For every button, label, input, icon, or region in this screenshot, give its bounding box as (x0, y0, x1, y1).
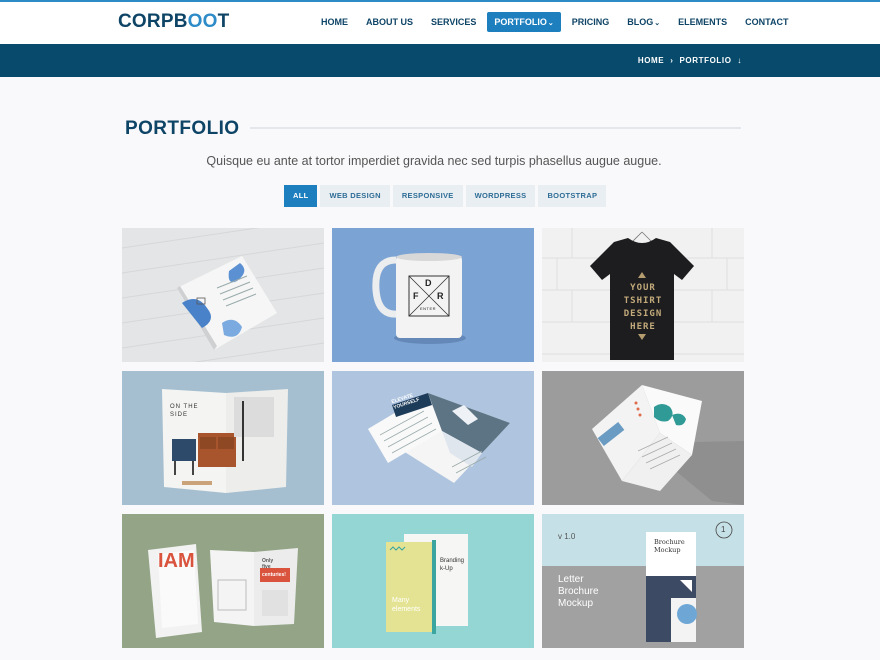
portfolio-item-tshirt[interactable]: YOUR TSHIRT DESIGN HERE (542, 228, 744, 362)
chevron-down-icon: ⌄ (654, 20, 661, 27)
nav-about-us[interactable]: ABOUT US (359, 12, 420, 32)
tshirt-line: TSHIRT (623, 296, 663, 306)
brochure-title-line: Brochure (558, 586, 599, 597)
badge-line: five (262, 564, 271, 570)
filter-wordpress[interactable]: WORDPRESS (465, 185, 536, 207)
title-divider (250, 127, 741, 129)
filter-all[interactable]: ALL (284, 185, 318, 207)
portfolio-item-mug[interactable]: D F R ENTER (332, 228, 534, 362)
nav-blog[interactable]: BLOG⌄ (620, 12, 667, 32)
breadcrumb-bar: HOME › PORTFOLIO ↓ (0, 44, 880, 77)
nav-home[interactable]: HOME (314, 12, 355, 32)
nav-services[interactable]: SERVICES (424, 12, 483, 32)
breadcrumb: HOME › PORTFOLIO ↓ (638, 56, 742, 65)
nav-pricing[interactable]: PRICING (565, 12, 617, 32)
magazine-heading: ON THE SIDE (170, 403, 199, 419)
portfolio-item-notebook[interactable]: Many elements Branding k-Up (332, 514, 534, 648)
magazine-heading-line: ON THE (170, 404, 199, 410)
nav-portfolio[interactable]: PORTFOLIO⌄ (487, 12, 561, 32)
mug-text-bottom: ENTER (420, 306, 437, 311)
page-title: PORTFOLIO (125, 118, 240, 139)
notebook-cover-line: elements (392, 606, 421, 613)
map-brochure-image (542, 371, 744, 505)
iam-magazine-image (122, 514, 324, 648)
magazine-badge: Only five centuries! (262, 558, 286, 578)
tshirt-text: YOUR TSHIRT DESIGN HERE (612, 282, 674, 334)
mug-letter-right: R (437, 291, 444, 301)
brochure-version: v 1.0 (558, 532, 576, 541)
main-navbar: CORPBOOT HOME ABOUT US SERVICES PORTFOLI… (0, 2, 880, 44)
brochure-cover-line: Mockup (654, 546, 681, 554)
brochure-cover-text: Brochure Mockup (654, 538, 685, 554)
portfolio-item-letter-brochure[interactable]: v 1.0 Letter Brochure Mockup Brochure Mo… (542, 514, 744, 648)
nav-contact[interactable]: CONTACT (738, 12, 795, 32)
mug-letter-left: F (413, 291, 419, 301)
filter-bootstrap[interactable]: BOOTSTRAP (538, 185, 607, 207)
page-subtitle: Quisque eu ante at tortor imperdiet grav… (206, 154, 662, 168)
brochure-title-line: Letter (558, 574, 584, 585)
brochure-wood-image (122, 228, 324, 362)
portfolio-item-iam-magazine[interactable]: IAM Only five centuries! (122, 514, 324, 648)
portfolio-item-map-brochure[interactable] (542, 371, 744, 505)
magazine-heading-line: SIDE (170, 412, 189, 418)
notebook-cover-text: Many elements (392, 596, 420, 614)
brochure-cover-line: Brochure (654, 538, 685, 546)
portfolio-item-brochure-wood[interactable] (122, 228, 324, 362)
mug-image (332, 228, 534, 362)
chevron-down-icon: ⌄ (547, 20, 554, 27)
breadcrumb-current: PORTFOLIO (679, 56, 732, 65)
portfolio-filters: ALL WEB DESIGN RESPONSIVE WORDPRESS BOOT… (284, 185, 609, 207)
chevron-right-icon: › (670, 56, 674, 65)
nav-elements[interactable]: ELEMENTS (671, 12, 734, 32)
filter-responsive[interactable]: RESPONSIVE (392, 185, 463, 207)
iam-big-text: IAM (158, 550, 195, 572)
brochure-title: Letter Brochure Mockup (558, 574, 599, 610)
portfolio-item-interior-magazine[interactable]: ON THE SIDE (122, 371, 324, 505)
breadcrumb-home[interactable]: HOME (638, 56, 664, 65)
arrow-down-icon: ↓ (737, 56, 742, 65)
main-content: PORTFOLIO Quisque eu ante at tortor impe… (0, 77, 880, 660)
main-nav: HOME ABOUT US SERVICES PORTFOLIO⌄ PRICIN… (314, 12, 799, 32)
brochure-number: 1 (721, 525, 726, 534)
corpboot-logo[interactable]: CORPBOOT (118, 11, 229, 33)
notebook-page-line: Branding (440, 558, 465, 564)
notebook-page-line: k-Up (440, 566, 453, 572)
portfolio-item-mountain-magazine[interactable]: ELEVATE YOURSELF (332, 371, 534, 505)
brochure-title-line: Mockup (558, 598, 594, 609)
notebook-cover-line: Many (392, 597, 410, 604)
notebook-page-text: Branding k-Up (440, 557, 464, 573)
filter-web-design[interactable]: WEB DESIGN (320, 185, 390, 207)
interior-magazine-image (122, 371, 324, 505)
tshirt-line: YOUR (630, 283, 656, 293)
mountain-magazine-image (332, 371, 534, 505)
tshirt-line: DESIGN (623, 309, 663, 319)
badge-line: centuries! (262, 572, 286, 578)
mug-letter-top: D (425, 278, 432, 288)
portfolio-grid: D F R ENTER YOUR TSHIRT DESIGN HERE ON T… (122, 228, 745, 660)
notebook-image (332, 514, 534, 648)
tshirt-line: HERE (630, 322, 656, 332)
